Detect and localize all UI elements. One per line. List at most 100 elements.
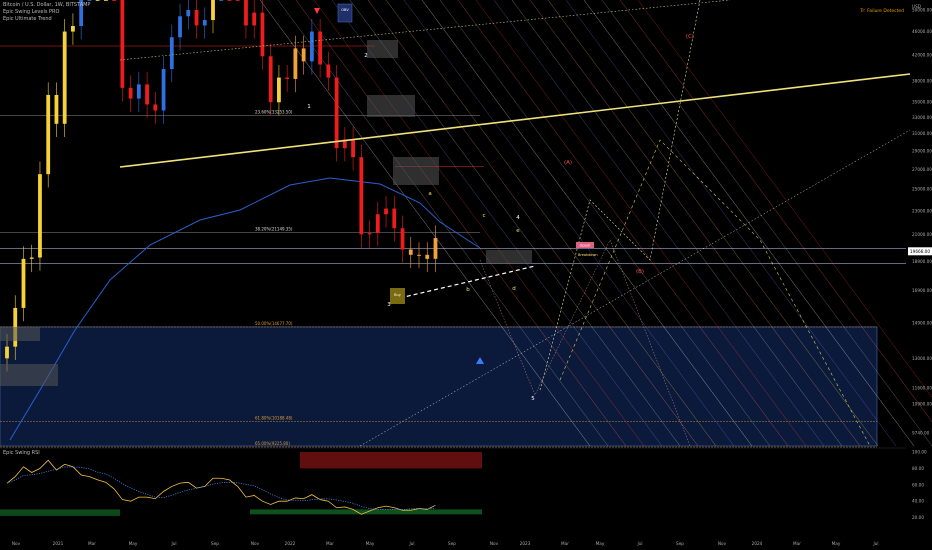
- shade-box: [0, 327, 40, 341]
- candle-body: [235, 0, 240, 1]
- candle-body: [367, 233, 372, 235]
- candle-body: [29, 257, 34, 259]
- candle-body: [301, 48, 306, 62]
- x-tick-label: May: [832, 541, 841, 546]
- candle-body: [392, 208, 397, 229]
- candle-body: [21, 258, 26, 308]
- candle-body: [202, 20, 207, 26]
- price-chart[interactable]: OBVBuyUpsellBreakdown 23.60%(33253.50)38…: [0, 0, 932, 550]
- candle-body: [244, 0, 248, 26]
- candle-body: [62, 31, 67, 124]
- wave-label: (C): [686, 34, 694, 40]
- x-tick-label: 2022: [285, 541, 296, 546]
- target-tag-label: Upsell: [580, 244, 591, 248]
- candle-body: [260, 12, 265, 57]
- candle-body: [400, 228, 405, 250]
- x-tick-label: Jul: [872, 541, 878, 546]
- shade-box: [393, 157, 439, 185]
- candle-body: [5, 346, 9, 359]
- candle-body: [120, 0, 125, 88]
- candle-body: [252, 12, 257, 26]
- candle-body: [433, 238, 438, 259]
- candle-body: [103, 0, 108, 1]
- candle-body: [46, 94, 51, 175]
- y-tick-label: 9740.00: [912, 431, 930, 436]
- wave-label: d: [512, 286, 516, 292]
- fib-label: 65.00%(9225.80): [255, 441, 290, 446]
- indicator-label-1[interactable]: Epic Swing Levels PRO: [3, 9, 59, 16]
- target-tag-label: Breakdown: [578, 253, 598, 257]
- fib-label: 61.80%(10188.48): [255, 415, 293, 420]
- candle-body: [425, 254, 430, 259]
- candle-body: [293, 48, 298, 79]
- x-tick-label: Sep: [211, 541, 219, 546]
- wave-label: 3: [387, 302, 391, 308]
- candle-body: [194, 10, 199, 26]
- candle-body: [351, 139, 355, 158]
- y-tick-label: 18900.00: [912, 259, 932, 264]
- failure-note: Tr: Failure Detected: [860, 9, 904, 14]
- obv-signal-box: [337, 3, 353, 23]
- x-tick-label: Mar: [793, 541, 801, 546]
- oversold-band: [250, 509, 482, 515]
- obv-signal-label: OBV: [341, 8, 349, 12]
- x-tick-label: Nov: [12, 541, 21, 546]
- shade-box: [367, 40, 398, 58]
- candle-body: [326, 64, 331, 78]
- candle-body: [408, 249, 413, 255]
- candle-body: [227, 0, 232, 1]
- oversold-band: [0, 509, 120, 516]
- buy-signal-label: Buy: [394, 293, 401, 297]
- candle-body: [153, 104, 158, 111]
- rsi-y-tick: 60.00: [912, 482, 924, 487]
- y-tick-label: 29000.00: [912, 148, 932, 153]
- candle-body: [384, 208, 388, 215]
- y-tick-label: 35000.00: [912, 100, 932, 105]
- fib-label: 50.00%(14677.70): [255, 321, 293, 326]
- candle-body: [211, 0, 215, 21]
- wave-label: b: [466, 287, 470, 293]
- x-tick-label: Nov: [718, 541, 727, 546]
- wave-label: 4: [516, 215, 520, 221]
- fib-50-zone: [0, 326, 878, 447]
- candle-body: [71, 26, 75, 32]
- y-tick-label: 16900.00: [912, 288, 932, 293]
- symbol-title: Bitcoin / U.S. Dollar, 1W, BITSTAMP: [3, 2, 91, 8]
- wave-label: (B): [636, 269, 644, 275]
- wave-label: 2: [364, 53, 368, 59]
- y-tick-label: 11600.00: [912, 385, 932, 390]
- overbought-band: [300, 452, 482, 469]
- wave-label: 1: [307, 104, 311, 110]
- y-tick-label: 31000.00: [912, 131, 932, 136]
- wave-label: c: [482, 213, 485, 219]
- shade-box: [486, 250, 532, 264]
- y-tick-label: 27000.00: [912, 167, 932, 172]
- x-tick-label: Mar: [561, 541, 569, 546]
- shade-box: [0, 364, 58, 386]
- candle-body: [268, 56, 273, 103]
- candle-body: [334, 77, 339, 149]
- indicator-label-2[interactable]: Epic Ultimate Trend: [3, 16, 52, 23]
- target-zone-box: [0, 326, 878, 447]
- shade-box: [367, 95, 415, 117]
- candle-body: [169, 37, 174, 69]
- x-tick-label: Jul: [408, 541, 414, 546]
- rsi-y-tick: 80.00: [912, 466, 924, 471]
- x-tick-label: Mar: [88, 541, 96, 546]
- y-tick-label: 33000.00: [912, 115, 932, 120]
- candle-body: [359, 157, 364, 235]
- fib-label: 38.20%(21149.35): [255, 226, 293, 231]
- y-tick-label: 50000.00: [912, 8, 932, 13]
- candle-body: [128, 87, 133, 99]
- candle-body: [38, 174, 42, 258]
- x-tick-label: Nov: [490, 541, 499, 546]
- candle-body: [54, 94, 59, 124]
- last-price-label: 19666.00: [910, 249, 930, 254]
- rsi-title[interactable]: Epic Swing RSI: [3, 450, 40, 456]
- rsi-y-tick: 100.00: [912, 450, 927, 455]
- candle-body: [178, 16, 182, 38]
- rsi-y-tick: 20.00: [912, 515, 924, 520]
- y-tick-label: 23000.00: [912, 208, 932, 213]
- candle-body: [318, 31, 323, 65]
- x-tick-label: Nov: [251, 541, 260, 546]
